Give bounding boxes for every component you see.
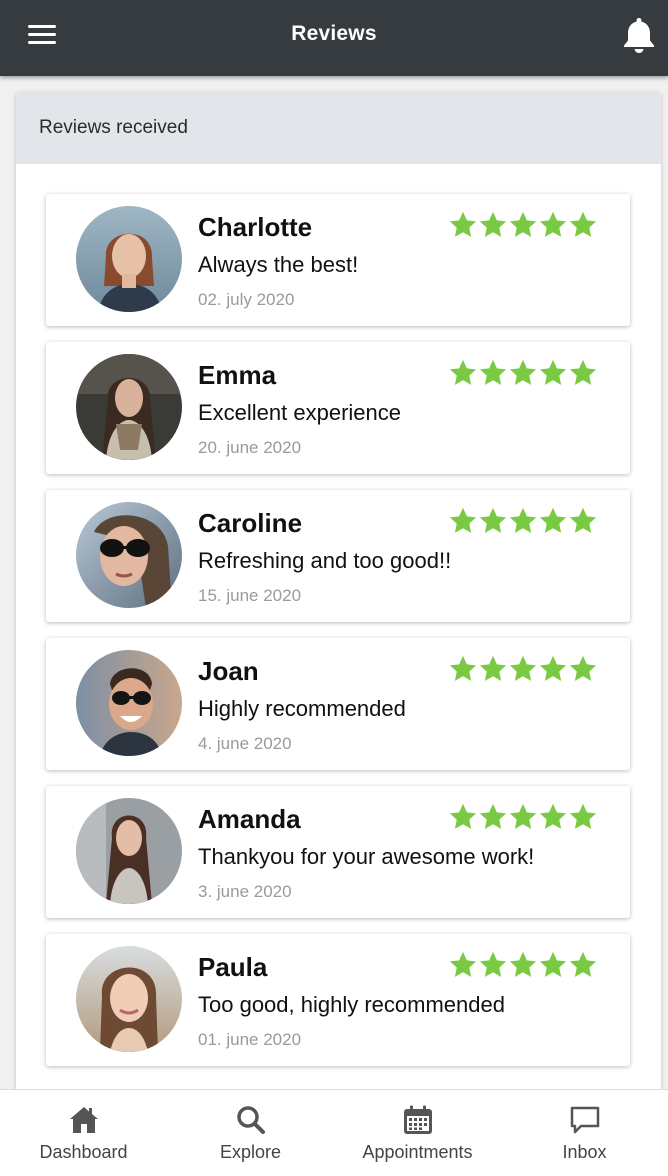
page-title: Reviews (291, 22, 377, 45)
star-icon (538, 802, 568, 832)
star-icon (568, 802, 598, 832)
nav-explore[interactable]: Explore (167, 1090, 334, 1176)
star-rating (448, 506, 598, 536)
star-icon (478, 506, 508, 536)
reviewer-name: Charlotte (198, 212, 313, 242)
nav-dashboard[interactable]: Dashboard (0, 1090, 167, 1176)
reviewer-name: Caroline (198, 508, 303, 538)
star-rating (448, 358, 598, 388)
calendar-icon (401, 1104, 435, 1136)
review-date: 3. june 2020 (198, 882, 292, 901)
nav-label: Dashboard (39, 1142, 128, 1162)
reviewer-name: Amanda (198, 804, 301, 834)
star-icon (568, 358, 598, 388)
star-icon (478, 950, 508, 980)
star-icon (568, 210, 598, 240)
bottom-navigation: Dashboard Explore Appointments Inbox (0, 1089, 668, 1176)
nav-label: Explore (219, 1142, 282, 1162)
review-comment: Refreshing and too good!! (198, 548, 452, 573)
star-rating (448, 950, 598, 980)
top-app-bar: Reviews (0, 0, 668, 76)
review-card[interactable]: Amanda Thankyou for your awesome work! 3… (46, 786, 630, 918)
nav-appointments[interactable]: Appointments (334, 1090, 501, 1176)
star-rating (448, 210, 598, 240)
star-icon (448, 654, 478, 684)
star-icon (448, 802, 478, 832)
avatar (76, 354, 182, 460)
avatar (76, 798, 182, 904)
star-icon (508, 506, 538, 536)
bell-icon[interactable] (618, 14, 660, 56)
star-icon (568, 654, 598, 684)
star-rating (448, 802, 598, 832)
panel-title: Reviews received (39, 117, 188, 138)
avatar (76, 206, 182, 312)
star-icon (478, 802, 508, 832)
nav-inbox[interactable]: Inbox (501, 1090, 668, 1176)
reviewer-name: Paula (198, 952, 268, 982)
star-icon (448, 210, 478, 240)
star-icon (538, 358, 568, 388)
avatar (76, 946, 182, 1052)
star-icon (568, 950, 598, 980)
review-comment: Excellent experience (198, 400, 402, 425)
star-icon (448, 950, 478, 980)
review-comment: Always the best! (198, 252, 359, 277)
chat-bubble-icon (568, 1104, 602, 1136)
star-icon (508, 654, 538, 684)
review-card[interactable]: Emma Excellent experience 20. june 2020 (46, 342, 630, 474)
star-icon (568, 506, 598, 536)
star-icon (538, 506, 568, 536)
reviews-list: Charlotte Always the best! 02. july 2020 (46, 194, 630, 1082)
review-card[interactable]: Charlotte Always the best! 02. july 2020 (46, 194, 630, 326)
review-comment: Thankyou for your awesome work! (198, 844, 535, 869)
review-card[interactable]: Joan Highly recommended 4. june 2020 (46, 638, 630, 770)
star-icon (538, 210, 568, 240)
star-icon (478, 210, 508, 240)
search-icon (234, 1104, 268, 1136)
review-date: 01. june 2020 (198, 1030, 302, 1049)
star-icon (508, 950, 538, 980)
star-icon (448, 358, 478, 388)
review-date: 15. june 2020 (198, 586, 302, 605)
review-comment: Too good, highly recommended (198, 992, 505, 1017)
star-icon (508, 210, 538, 240)
nav-label: Inbox (562, 1142, 607, 1162)
review-card[interactable]: Paula Too good, highly recommended 01. j… (46, 934, 630, 1066)
avatar (76, 502, 182, 608)
star-icon (538, 950, 568, 980)
review-date: 4. june 2020 (198, 734, 292, 753)
reviewer-name: Emma (198, 360, 277, 390)
star-rating (448, 654, 598, 684)
star-icon (478, 654, 508, 684)
star-icon (448, 506, 478, 536)
review-comment: Highly recommended (198, 696, 406, 721)
star-icon (478, 358, 508, 388)
panel-header: Reviews received (16, 92, 661, 164)
reviewer-name: Joan (198, 656, 259, 686)
home-icon (67, 1104, 101, 1136)
review-card[interactable]: Caroline Refreshing and too good!! 15. j… (46, 490, 630, 622)
star-icon (508, 802, 538, 832)
reviews-screen: Reviews Reviews received Charlotte Alway… (0, 0, 668, 1176)
star-icon (508, 358, 538, 388)
nav-label: Appointments (362, 1142, 473, 1162)
review-date: 20. june 2020 (198, 438, 302, 457)
star-icon (538, 654, 568, 684)
avatar (76, 650, 182, 756)
review-date: 02. july 2020 (198, 290, 295, 309)
